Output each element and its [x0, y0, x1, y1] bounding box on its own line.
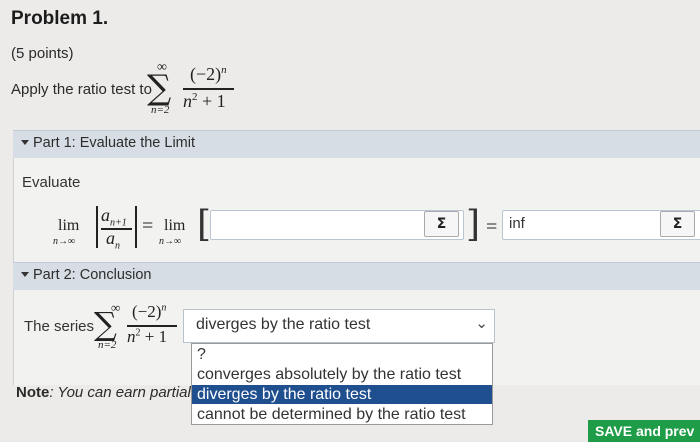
- problem-title: Problem 1.: [11, 8, 109, 29]
- dropdown-option[interactable]: converges absolutely by the ratio test: [192, 365, 492, 384]
- collapse-triangle-icon: [21, 272, 29, 277]
- sigma-button-1[interactable]: Σ: [424, 211, 459, 237]
- series-fraction-bar: [183, 88, 234, 90]
- lim-left-sub: n→∞: [53, 236, 76, 247]
- chevron-down-icon: ⌄: [475, 315, 488, 332]
- note-text: : You can earn partial: [49, 384, 191, 401]
- bracket-close: ]: [466, 204, 481, 245]
- dropdown-option[interactable]: ?: [192, 345, 492, 364]
- dropdown-option[interactable]: cannot be determined by the ratio test: [192, 405, 492, 424]
- problem-prompt: Apply the ratio test to: [11, 81, 152, 98]
- series-numerator: (−2)n: [190, 64, 227, 84]
- abs-bar-left: [96, 206, 98, 248]
- lim-right-sub: n→∞: [159, 236, 182, 247]
- save-and-preview-button[interactable]: SAVE and prev: [588, 420, 700, 442]
- sigma-symbol: ∑: [147, 68, 172, 108]
- part2-header-label: Part 2: Conclusion: [33, 267, 152, 283]
- sigma-symbol-2: ∑: [94, 305, 117, 343]
- lim-right: lim: [164, 217, 186, 234]
- limit-result-value: inf: [509, 215, 525, 232]
- part1-header[interactable]: Part 1: Evaluate the Limit: [13, 130, 700, 159]
- equals-sign-2: =: [486, 216, 498, 238]
- series2-numerator: (−2)n: [132, 302, 167, 321]
- sigma-button-2[interactable]: Σ: [660, 211, 695, 237]
- series-denominator: n2 + 1: [183, 91, 226, 111]
- equals-sign: =: [142, 215, 154, 237]
- series-lower-limit: n=2: [151, 104, 170, 116]
- lim-left: lim: [58, 217, 80, 234]
- conclusion-dropdown-list: ? converges absolutely by the ratio test…: [191, 343, 493, 425]
- ratio-numerator: an+1: [101, 205, 127, 229]
- problem-points: (5 points): [11, 45, 74, 62]
- ratio-denominator: an: [106, 228, 120, 252]
- series2-lower-limit: n=2: [98, 339, 117, 351]
- collapse-triangle-icon: [21, 140, 29, 145]
- part1-header-label: Part 1: Evaluate the Limit: [33, 135, 195, 151]
- note-label: Note: [16, 384, 50, 401]
- series2-denominator: n2 + 1: [127, 327, 168, 346]
- evaluate-label: Evaluate: [22, 174, 81, 191]
- series-label: The series: [24, 318, 95, 335]
- dropdown-option-selected[interactable]: diverges by the ratio test: [192, 385, 492, 404]
- abs-bar-right: [135, 206, 137, 248]
- conclusion-select[interactable]: diverges by the ratio test ⌄: [183, 309, 495, 343]
- bracket-open: [: [197, 204, 212, 245]
- note-line: Note: You can earn partial: [16, 384, 191, 401]
- part2-header[interactable]: Part 2: Conclusion: [13, 262, 700, 291]
- conclusion-select-value: diverges by the ratio test: [196, 316, 371, 333]
